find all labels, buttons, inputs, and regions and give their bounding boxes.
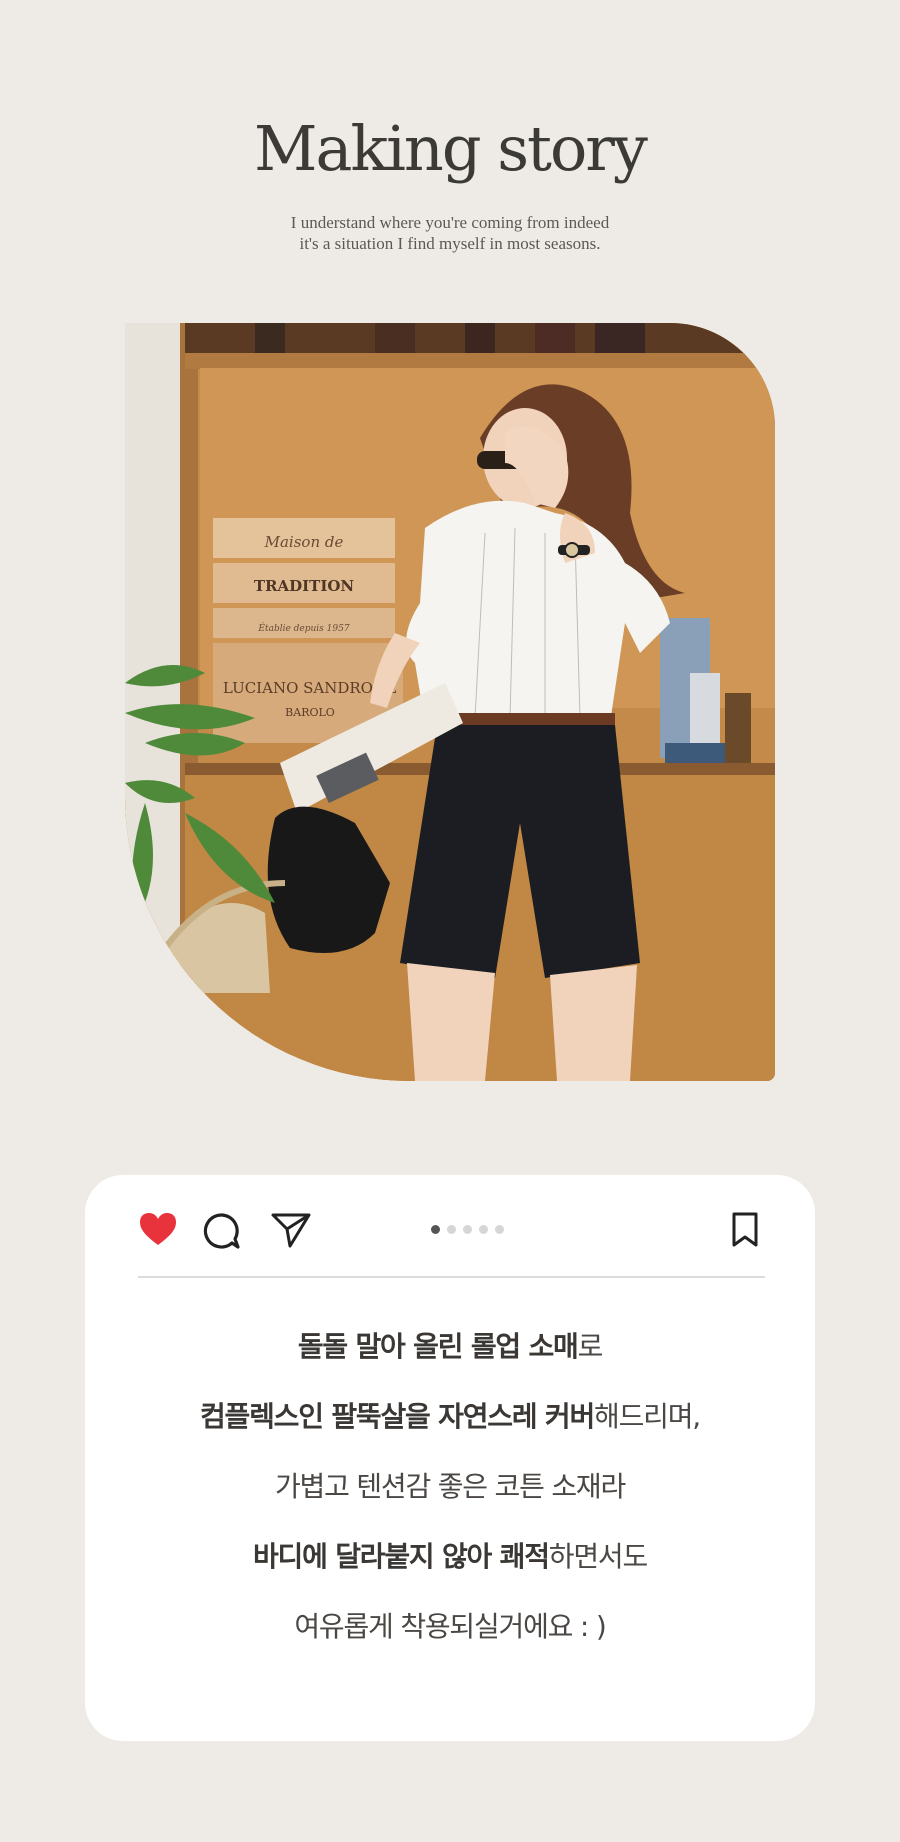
caption-line: 가볍고 텐션감 좋은 코튼 소재라 <box>85 1465 815 1535</box>
send-icon[interactable] <box>270 1211 312 1253</box>
caption-line: 돌돌 말아 올린 롤업 소매로 <box>85 1325 815 1395</box>
caption-line: 컴플렉스인 팔뚝살을 자연스레 커버해드리며, <box>85 1395 815 1465</box>
caption-line: 여유롭게 착용되실거에요 : ) <box>85 1605 815 1675</box>
page-title: Making story <box>254 112 648 185</box>
comment-icon[interactable] <box>202 1211 242 1255</box>
crate-label-sandrone: LUCIANO SANDRONE <box>223 679 397 697</box>
carousel-dot[interactable] <box>431 1225 440 1234</box>
bookmark-icon[interactable] <box>729 1211 761 1253</box>
subtitle-line-1: I understand where you're coming from in… <box>290 213 610 232</box>
caption-normal: 가볍고 텐션감 좋은 코튼 소재라 <box>274 1470 626 1503</box>
post-card: 돌돌 말아 올린 롤업 소매로 컴플렉스인 팔뚝살을 자연스레 커버해드리며, … <box>85 1175 815 1741</box>
carousel-dots <box>431 1225 504 1234</box>
crate-label-tradition: TRADITION <box>254 577 355 595</box>
caption-bold: 돌돌 말아 올린 롤업 소매 <box>297 1330 579 1363</box>
subtitle-line-2: it's a situation I find myself in most s… <box>299 234 601 253</box>
caption-bold: 바디에 달라붙지 않아 쾌적 <box>252 1540 550 1573</box>
model-photo-illustration: Maison de TRADITION Établie depuis 1957 … <box>125 323 775 1081</box>
model-photo: Maison de TRADITION Établie depuis 1957 … <box>125 323 775 1081</box>
carousel-dot[interactable] <box>447 1225 456 1234</box>
page-subtitle: I understand where you're coming from in… <box>0 212 900 254</box>
card-divider <box>138 1276 765 1278</box>
crate-label-etablie: Établie depuis 1957 <box>257 622 349 634</box>
caption-text: 돌돌 말아 올린 롤업 소매로 컴플렉스인 팔뚝살을 자연스레 커버해드리며, … <box>85 1325 815 1675</box>
carousel-dot[interactable] <box>463 1225 472 1234</box>
caption-normal: 해드리며, <box>594 1400 701 1433</box>
carousel-dot[interactable] <box>479 1225 488 1234</box>
crate-label-maison: Maison de <box>264 533 344 551</box>
caption-normal: 로 <box>577 1330 604 1363</box>
caption-line: 바디에 달라붙지 않아 쾌적하면서도 <box>85 1535 815 1605</box>
caption-bold: 컴플렉스인 팔뚝살을 자연스레 커버 <box>200 1400 595 1433</box>
crate-label-barolo: BAROLO <box>285 706 335 719</box>
carousel-dot[interactable] <box>495 1225 504 1234</box>
caption-normal: 하면서도 <box>548 1540 648 1573</box>
wooden-crates: Maison de TRADITION Établie depuis 1957 … <box>213 518 403 743</box>
caption-normal: 여유롭게 착용되실거에요 : ) <box>294 1610 606 1643</box>
heart-icon[interactable] <box>138 1211 178 1251</box>
